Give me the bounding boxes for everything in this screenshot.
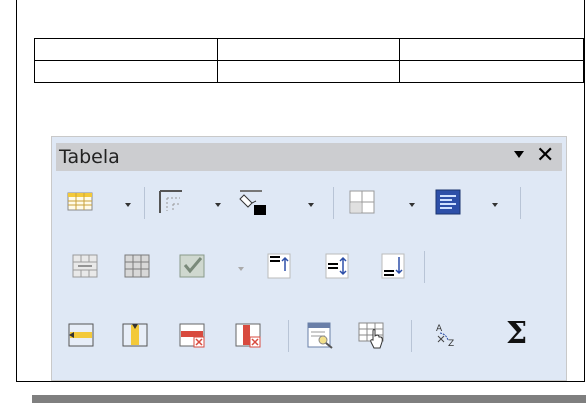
table-row <box>34 60 584 83</box>
borders-dropdown[interactable] <box>215 203 221 207</box>
separator <box>411 320 412 352</box>
table-properties-icon <box>358 322 384 349</box>
table-cell[interactable] <box>217 60 400 83</box>
separator <box>333 187 334 219</box>
sum-button[interactable]: Σ <box>506 319 536 349</box>
optimize-dropdown[interactable] <box>409 203 415 207</box>
autoformat-button[interactable] <box>305 320 335 350</box>
alignment-icon <box>435 189 461 215</box>
separator <box>288 320 289 352</box>
insert-columns-icon <box>122 323 148 347</box>
table-cell[interactable] <box>34 60 218 83</box>
center-vertical-button[interactable] <box>322 251 352 281</box>
protect-dropdown[interactable] <box>238 267 244 271</box>
toolbar-title: Tabela <box>59 146 120 168</box>
table-row <box>34 38 584 61</box>
separator <box>520 187 521 219</box>
sort-button[interactable]: A Z <box>430 320 460 350</box>
table-toolbar: Tabela ✕ A Z Σ <box>51 136 567 381</box>
table-cell[interactable] <box>399 60 584 83</box>
align-top-icon <box>267 253 291 279</box>
insert-columns-button[interactable] <box>120 320 150 350</box>
background-color-button[interactable] <box>238 187 268 217</box>
protect-icon <box>179 254 205 278</box>
close-icon[interactable]: ✕ <box>536 143 554 168</box>
optimize-button[interactable] <box>347 187 377 217</box>
autoformat-icon <box>307 322 333 349</box>
align-top-button[interactable] <box>264 251 294 281</box>
background-color-icon <box>239 190 266 215</box>
svg-text:A: A <box>436 324 443 334</box>
split-cells-icon <box>124 254 150 278</box>
table-properties-button[interactable] <box>357 320 387 350</box>
alignment-dropdown[interactable] <box>492 203 498 207</box>
separator <box>424 251 425 283</box>
delete-rows-icon <box>179 323 205 348</box>
delete-rows-button[interactable] <box>177 320 207 350</box>
split-cells-button[interactable] <box>122 251 152 281</box>
insert-rows-button[interactable] <box>66 320 96 350</box>
table-cell[interactable] <box>34 38 218 61</box>
merge-cells-button[interactable] <box>70 251 100 281</box>
borders-icon <box>159 190 182 213</box>
center-vertical-icon <box>325 253 349 279</box>
protect-cells-button[interactable] <box>177 251 207 281</box>
background-color-dropdown[interactable] <box>308 203 314 207</box>
document-table[interactable] <box>34 38 584 83</box>
sum-icon: Σ <box>506 316 528 351</box>
insert-table-icon <box>67 192 93 211</box>
align-bottom-button[interactable] <box>378 251 408 281</box>
alignment-button[interactable] <box>433 187 463 217</box>
merge-cells-icon <box>72 254 98 278</box>
align-bottom-icon <box>381 253 405 279</box>
insert-table-dropdown[interactable] <box>125 203 131 207</box>
svg-text:Z: Z <box>448 339 454 349</box>
dropdown-arrow-icon[interactable] <box>514 151 524 158</box>
toolbar-titlebar[interactable]: Tabela ✕ <box>56 143 562 171</box>
sort-icon: A Z <box>436 324 454 349</box>
table-cell[interactable] <box>217 38 400 61</box>
delete-columns-icon <box>235 323 261 348</box>
insert-table-button[interactable] <box>66 187 96 217</box>
delete-columns-button[interactable] <box>233 320 263 350</box>
insert-rows-icon <box>68 323 94 347</box>
separator <box>144 187 145 219</box>
table-cell[interactable] <box>399 38 584 61</box>
optimize-icon <box>349 190 375 214</box>
page-shadow <box>32 395 586 403</box>
borders-button[interactable] <box>156 187 186 217</box>
